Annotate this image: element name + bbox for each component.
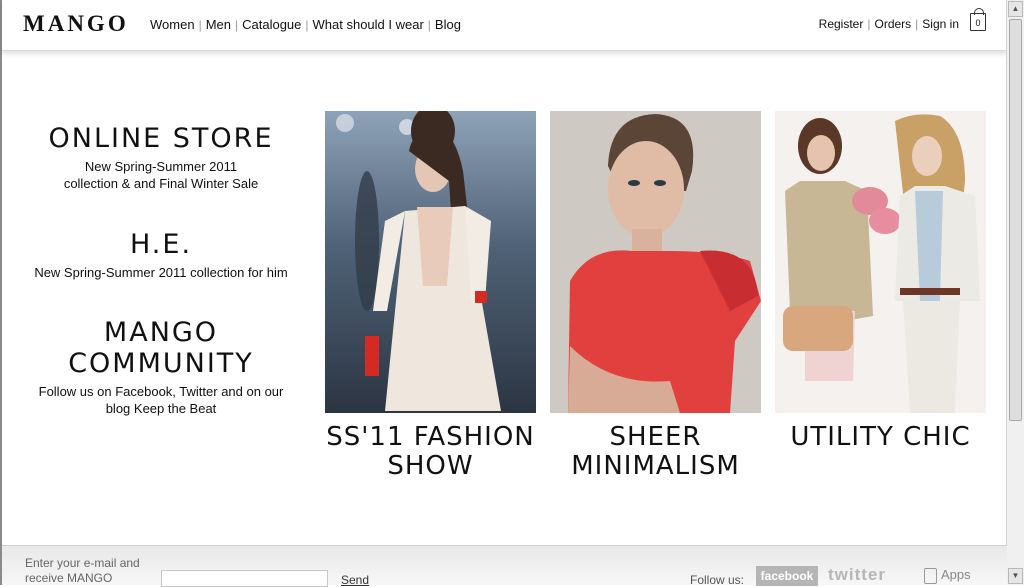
nav-men[interactable]: Men [206,17,231,32]
newsletter-line-2: receive MANGO [25,571,113,585]
nav-separator: | [198,18,202,32]
scroll-up-arrow-icon[interactable]: ▲ [1008,1,1023,17]
nav-catalogue[interactable]: Catalogue [242,17,301,32]
main-nav: Women | Men | Catalogue | What should I wear | B… [150,17,461,32]
twitter-icon[interactable]: twitter [828,565,886,585]
site-header: MANGO Women | Men | Catalogue | What should I … [2,0,1007,51]
shopping-bag-icon[interactable]: 0 [970,8,986,31]
feature-utility-chic[interactable]: UTILITY CHIC [775,111,986,452]
feature-fashion-show[interactable]: SS'11 FASHION SHOW [325,111,536,481]
apps-link[interactable]: Apps [924,567,971,584]
promo-text: New Spring-Summer 2011 collection for hi… [34,265,288,280]
vertical-scrollbar[interactable]: ▲ ▼ [1006,0,1024,585]
apps-label: Apps [941,567,971,582]
window-frame [0,0,2,585]
facebook-icon[interactable]: facebook [756,566,818,586]
nav-women[interactable]: Women [150,17,195,32]
account-separator: | [867,17,871,31]
nav-blog[interactable]: Blog [435,17,461,32]
nav-separator: | [427,18,431,32]
newsletter-email-field[interactable] [161,570,328,587]
promo-mango-community[interactable]: MANGO COMMUNITY Follow us on Facebook, T… [20,317,302,417]
utility-chic-photo[interactable] [775,111,986,413]
register-link[interactable]: Register [819,17,864,31]
feature-title[interactable]: UTILITY CHIC [775,423,986,452]
scroll-down-arrow-icon[interactable]: ▼ [1008,568,1023,584]
feature-sheer-minimalism[interactable]: SHEER MINIMALISM [550,111,761,481]
promo-title[interactable]: ONLINE STORE [20,123,302,154]
sign-in-link[interactable]: Sign in [922,17,959,31]
newsletter-label: Enter your e-mail and receive MANGO [25,556,140,586]
bag-count: 0 [975,18,981,28]
fashion-show-photo[interactable] [325,111,536,413]
feature-title[interactable]: SHEER MINIMALISM [550,423,761,481]
promo-he[interactable]: H.E. New Spring-Summer 2011 collection f… [20,229,302,281]
scroll-thumb[interactable] [1009,19,1022,421]
promo-online-store[interactable]: ONLINE STORE New Spring-Summer 2011 coll… [20,123,302,192]
promo-title[interactable]: MANGO COMMUNITY [20,317,302,379]
site-footer: Enter your e-mail and receive MANGO Send… [2,545,1007,587]
promo-text: New Spring-Summer 2011 collection & and … [63,159,259,191]
account-separator: | [915,17,919,31]
nav-separator: | [234,18,239,32]
nav-what-should-i-wear[interactable]: What should I wear [313,17,424,32]
newsletter-line-1: Enter your e-mail and [25,556,140,570]
account-links: Register | Orders | Sign in [819,17,959,31]
phone-icon [924,567,937,584]
orders-link[interactable]: Orders [874,17,911,31]
feature-title[interactable]: SS'11 FASHION SHOW [325,423,536,481]
promo-title[interactable]: H.E. [20,229,302,260]
mango-logo[interactable]: MANGO [23,11,129,37]
sheer-minimalism-photo[interactable] [550,111,761,413]
promo-text: Follow us on Facebook, Twitter and on ou… [38,384,284,416]
nav-separator: | [305,18,309,32]
